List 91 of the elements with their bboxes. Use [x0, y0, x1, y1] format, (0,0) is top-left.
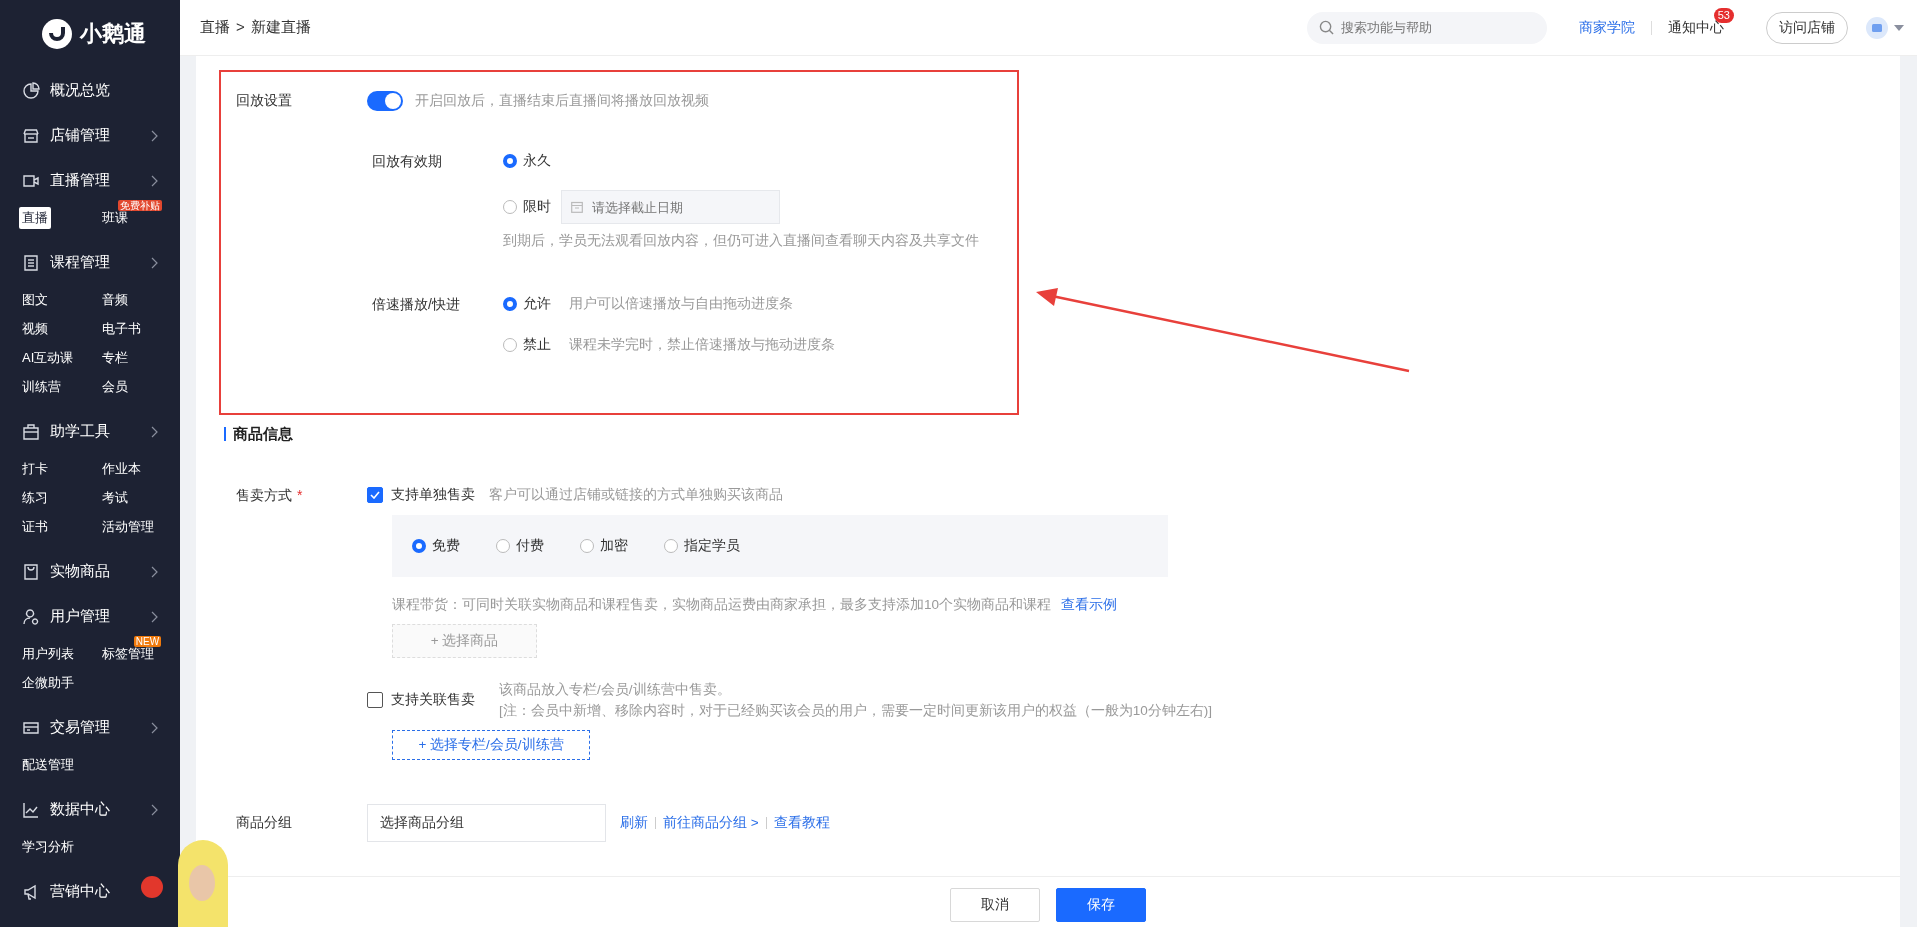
- sidebar-subitem[interactable]: 专栏: [99, 346, 131, 369]
- sidebar-menu-item[interactable]: 交易管理: [0, 705, 180, 750]
- sidebar-subitem[interactable]: 学习分析: [19, 835, 77, 858]
- sidebar-subitem[interactable]: 作业本: [99, 457, 144, 480]
- chevron-right-icon: [151, 565, 158, 578]
- logo-text: 小鹅通: [80, 20, 146, 48]
- briefcase-icon: [22, 422, 40, 441]
- hint-text: 客户可以通过店铺或链接的方式单独购买该商品: [489, 486, 783, 504]
- chevron-right-icon: [151, 129, 158, 142]
- sidebar-subitem[interactable]: 企微助手: [19, 671, 77, 694]
- sidebar-subitem[interactable]: 图文: [19, 288, 51, 311]
- sidebar-subitem[interactable]: 配送管理: [19, 753, 77, 776]
- sidebar-subitem[interactable]: 练习: [19, 486, 51, 509]
- sidebar-subitem[interactable]: 活动管理: [99, 515, 157, 538]
- radio-option[interactable]: 允许: [503, 295, 551, 313]
- radio-option[interactable]: 付费: [496, 537, 544, 555]
- option-description: 用户可以倍速播放与自由拖动进度条: [569, 295, 793, 313]
- bag-icon: [22, 562, 40, 581]
- hint-text: 课程带货：可同时关联实物商品和课程售卖，实物商品运费由商家承担，最多支持添加10个实物商品和课程: [392, 596, 1052, 614]
- radio-option[interactable]: 指定学员: [664, 537, 740, 555]
- note-text: [注：会员中新增、移除内容时，对于已经购买该会员的用户，需要一定时间更新该用户的权益（一般为10分钟左右)]: [499, 701, 1212, 720]
- text-link[interactable]: 刷新: [620, 814, 648, 832]
- sidebar-menu-item[interactable]: 营销中心: [0, 869, 180, 914]
- date-field[interactable]: 请选择截止日期: [561, 190, 780, 224]
- save-button[interactable]: 保存: [1056, 888, 1146, 922]
- sidebar-menu-item[interactable]: 概况总览: [0, 68, 180, 113]
- option-description: 课程未学完时，禁止倍速播放与拖动进度条: [569, 336, 835, 354]
- field-label: 倍速播放/快进: [372, 295, 461, 314]
- note-text: 该商品放入专栏/会员/训练营中售卖。: [499, 680, 732, 699]
- field-label: 回放设置: [236, 92, 293, 110]
- field-label: 商品分组: [236, 814, 293, 832]
- toggle-switch[interactable]: [367, 91, 403, 111]
- radio-option[interactable]: 禁止: [503, 336, 551, 354]
- sidebar-subitem[interactable]: 训练营: [19, 375, 64, 398]
- breadcrumb-current: 新建直播: [250, 18, 311, 37]
- checkbox[interactable]: 支持单独售卖: [367, 486, 475, 504]
- menu-badge: 免费补贴: [118, 199, 163, 211]
- hint-text: 到期后，学员无法观看回放内容，但仍可进入直播间查看聊天内容及共享文件: [503, 232, 979, 250]
- breadcrumb-separator: >: [236, 18, 245, 37]
- sidebar-subitem[interactable]: 会员: [99, 375, 131, 398]
- section-title: 商品信息: [224, 427, 1900, 441]
- radio-option[interactable]: 永久: [503, 152, 551, 170]
- search-icon: [1319, 19, 1334, 35]
- sidebar-menu-item[interactable]: 课程管理: [0, 240, 180, 285]
- select-field[interactable]: 选择商品分组: [367, 804, 606, 842]
- sidebar-subitem[interactable]: 打卡: [19, 457, 51, 480]
- academy-link[interactable]: 商家学院: [1579, 18, 1635, 37]
- user-icon: [22, 607, 40, 626]
- chevron-right-icon: [151, 803, 158, 816]
- text-link[interactable]: 查看教程: [773, 814, 830, 832]
- radio-option[interactable]: 限时: [503, 198, 551, 216]
- sidebar-subitem[interactable]: 考试: [99, 486, 131, 509]
- sidebar-subitem[interactable]: 电子书: [99, 317, 144, 340]
- search-field[interactable]: 搜索功能与帮助: [1307, 11, 1547, 44]
- visit-store-button[interactable]: 访问店铺: [1766, 11, 1848, 44]
- breadcrumb-link[interactable]: 直播: [200, 18, 230, 37]
- sidebar-subitem[interactable]: 证书: [19, 515, 51, 538]
- logo-icon: [42, 19, 72, 49]
- pie-chart-icon: [22, 81, 40, 100]
- caret-down-icon[interactable]: [1894, 24, 1904, 31]
- sidebar-subitem[interactable]: 直播: [19, 206, 51, 229]
- select-column-button[interactable]: + 选择专栏/会员/训练营: [392, 730, 590, 760]
- sidebar-subitem[interactable]: AI互动课: [19, 346, 77, 369]
- chevron-right-icon: [151, 174, 158, 187]
- avatar-icon[interactable]: [1866, 16, 1888, 39]
- radio-option[interactable]: 免费: [412, 537, 460, 555]
- view-example-link[interactable]: 查看示例: [1061, 596, 1118, 614]
- radio-option[interactable]: 加密: [580, 537, 628, 555]
- chevron-right-icon: [151, 425, 158, 438]
- menu-badge: NEW: [133, 635, 162, 647]
- cancel-button[interactable]: 取消: [950, 888, 1040, 922]
- line-chart-icon: [22, 800, 40, 819]
- sidebar-subitem[interactable]: 用户列表: [19, 642, 77, 665]
- field-label: 回放有效期: [372, 152, 443, 171]
- text-link[interactable]: 前往商品分组 >: [663, 814, 759, 832]
- document-icon: [22, 253, 40, 272]
- store-icon: [22, 126, 40, 145]
- sidebar-menu-item[interactable]: 数据中心: [0, 787, 180, 832]
- checkmark-icon: [370, 491, 380, 499]
- chevron-right-icon: [151, 256, 158, 269]
- calendar-icon: [571, 201, 583, 213]
- sidebar-subitem[interactable]: 视频: [19, 317, 51, 340]
- checkbox[interactable]: 支持关联售卖: [367, 691, 475, 709]
- chevron-right-icon: [151, 610, 158, 623]
- sidebar-menu-item[interactable]: 店铺管理: [0, 113, 180, 158]
- sidebar-menu-item[interactable]: 实物商品: [0, 549, 180, 594]
- chevron-right-icon: [151, 721, 158, 734]
- sidebar-subitem[interactable]: 音频: [99, 288, 131, 311]
- sidebar-menu-item[interactable]: 助学工具: [0, 409, 180, 454]
- field-label: 售卖方式 *: [236, 486, 304, 505]
- hint-text: 开启回放后，直播结束后直播间将播放回放视频: [415, 92, 709, 110]
